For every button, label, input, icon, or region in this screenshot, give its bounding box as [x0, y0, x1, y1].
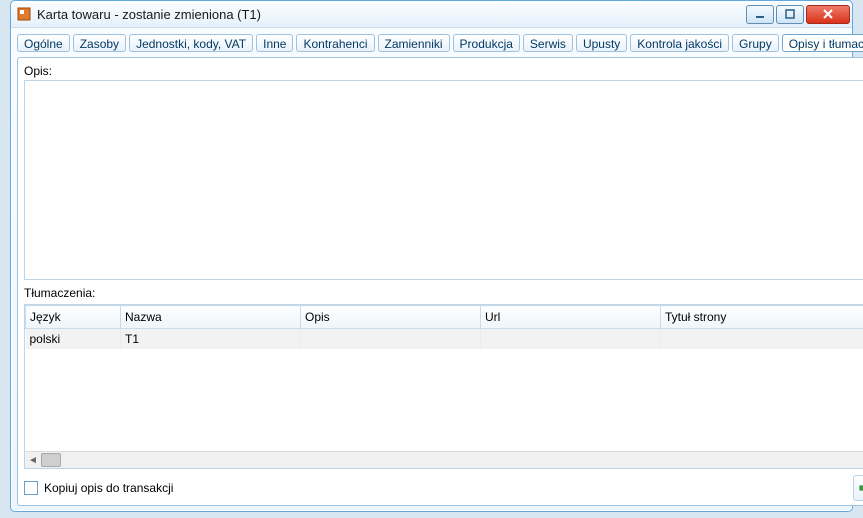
- cell-tytul[interactable]: [661, 329, 863, 350]
- col-opis[interactable]: Opis: [301, 306, 481, 329]
- col-jezyk[interactable]: Język: [26, 306, 121, 329]
- titlebar: Karta towaru - zostanie zmieniona (T1): [11, 1, 852, 28]
- col-url[interactable]: Url: [481, 306, 661, 329]
- close-button[interactable]: [806, 5, 850, 24]
- cell-url[interactable]: [481, 329, 661, 350]
- bottom-row: Kopiuj opis do transakcji: [24, 475, 863, 501]
- tab-kontrola-jakosci[interactable]: Kontrola jakości: [630, 34, 729, 52]
- tab-zamienniki[interactable]: Zamienniki: [378, 34, 450, 52]
- tab-jednostki-kody-vat[interactable]: Jednostki, kody, VAT: [129, 34, 253, 52]
- checkbox-box[interactable]: [24, 481, 38, 495]
- tab-zasoby[interactable]: Zasoby: [73, 34, 126, 52]
- window: Karta towaru - zostanie zmieniona (T1) O…: [10, 0, 853, 512]
- tab-produkcja[interactable]: Produkcja: [453, 34, 520, 52]
- table-row[interactable]: polski T1: [26, 329, 863, 350]
- plus-icon: [858, 480, 863, 496]
- cell-nazwa[interactable]: T1: [121, 329, 301, 350]
- tabstrip: Ogólne Zasoby Jednostki, kody, VAT Inne …: [17, 32, 863, 54]
- cell-opis[interactable]: [301, 329, 481, 350]
- opis-textarea[interactable]: [25, 81, 863, 279]
- scroll-thumb[interactable]: [41, 453, 61, 467]
- minimize-button[interactable]: [746, 5, 774, 24]
- copy-opis-checkbox[interactable]: Kopiuj opis do transakcji: [24, 481, 173, 495]
- tab-opisy-i-tlumaczenia[interactable]: Opisy i tłumaczenia: [782, 34, 863, 52]
- opis-label: Opis:: [24, 64, 863, 78]
- col-nazwa[interactable]: Nazwa: [121, 306, 301, 329]
- add-button[interactable]: [853, 475, 863, 501]
- window-title: Karta towaru - zostanie zmieniona (T1): [37, 7, 744, 22]
- translations-table[interactable]: Język Nazwa Opis Url Tytuł strony: [25, 305, 863, 349]
- scroll-left-icon[interactable]: ◄: [25, 453, 41, 467]
- opis-textarea-wrap: [24, 80, 863, 280]
- app-icon: [17, 7, 31, 21]
- tab-grupy[interactable]: Grupy: [732, 34, 779, 52]
- tab-content: Opis: Tłumaczenia:: [17, 57, 863, 506]
- checkbox-label: Kopiuj opis do transakcji: [44, 481, 173, 495]
- table-horizontal-scrollbar[interactable]: ◄ ►: [25, 451, 863, 468]
- col-tytul-strony[interactable]: Tytuł strony: [661, 306, 863, 329]
- tab-serwis[interactable]: Serwis: [523, 34, 573, 52]
- translations-table-wrap: Język Nazwa Opis Url Tytuł strony: [24, 304, 863, 469]
- table-header-row: Język Nazwa Opis Url Tytuł strony: [26, 306, 863, 329]
- cell-jezyk[interactable]: polski: [26, 329, 121, 350]
- maximize-button[interactable]: [776, 5, 804, 24]
- main-panel: Ogólne Zasoby Jednostki, kody, VAT Inne …: [11, 28, 863, 512]
- tab-kontrahenci[interactable]: Kontrahenci: [296, 34, 374, 52]
- tab-ogolne[interactable]: Ogólne: [17, 34, 70, 52]
- tab-inne[interactable]: Inne: [256, 34, 293, 52]
- tab-upusty[interactable]: Upusty: [576, 34, 627, 52]
- tlumaczenia-label: Tłumaczenia:: [24, 286, 863, 300]
